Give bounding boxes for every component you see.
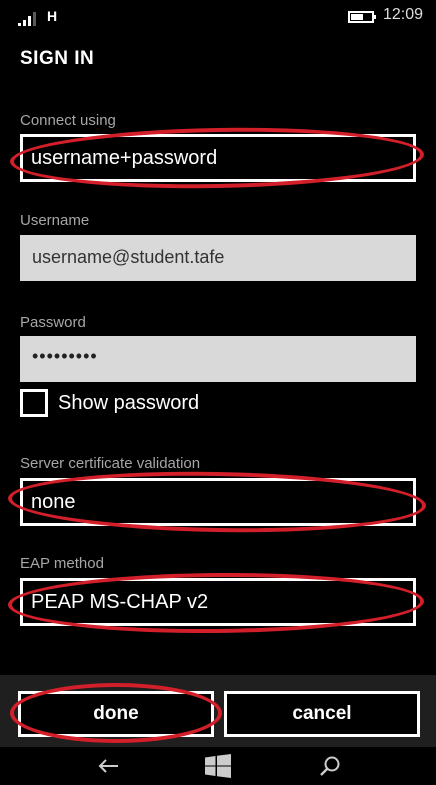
- connect-using-select[interactable]: username+password: [20, 134, 416, 182]
- show-password-checkbox[interactable]: [20, 389, 48, 417]
- eap-method-select[interactable]: PEAP MS-CHAP v2: [20, 578, 416, 626]
- username-label: Username: [20, 212, 90, 229]
- server-cert-select[interactable]: none: [20, 478, 416, 526]
- clock: 12:09: [383, 6, 424, 23]
- password-label: Password: [20, 314, 86, 331]
- username-value: username@student.tafe: [32, 247, 225, 267]
- password-field[interactable]: •••••••••: [20, 336, 416, 382]
- eap-method-value: PEAP MS-CHAP v2: [31, 591, 209, 613]
- show-password-label: Show password: [58, 392, 200, 414]
- signal-icon: [18, 10, 42, 26]
- eap-method-label: EAP method: [20, 555, 104, 572]
- search-icon[interactable]: [314, 751, 346, 781]
- page-title: SIGN IN: [20, 48, 95, 69]
- cancel-button[interactable]: cancel: [224, 691, 420, 737]
- windows-icon[interactable]: [202, 751, 234, 781]
- connect-using-label: Connect using: [20, 112, 116, 129]
- username-field[interactable]: username@student.tafe: [20, 235, 416, 281]
- done-button[interactable]: done: [18, 691, 214, 737]
- back-icon[interactable]: [92, 751, 124, 781]
- server-cert-value: none: [31, 491, 76, 513]
- password-value: •••••••••: [32, 346, 98, 366]
- battery-icon: [348, 11, 376, 23]
- app-bar: done cancel: [0, 675, 436, 747]
- nav-bar: [0, 747, 436, 785]
- status-bar: H 12:09: [0, 0, 436, 34]
- connect-using-value: username+password: [31, 147, 218, 169]
- network-type: H: [47, 8, 58, 24]
- server-cert-label: Server certificate validation: [20, 455, 201, 472]
